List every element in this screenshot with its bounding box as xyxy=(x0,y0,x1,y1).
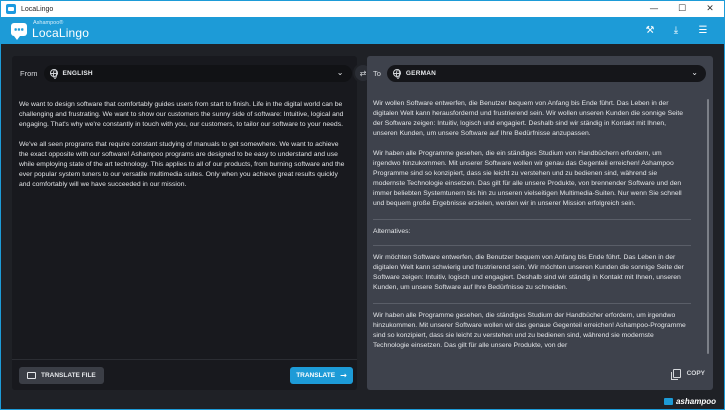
download-icon[interactable]: ⤓ xyxy=(668,22,684,38)
window-controls: — ☐ ✕ xyxy=(640,1,724,17)
target-language-name: GERMAN xyxy=(405,69,437,77)
source-language-row: From ENGLISH ⌄ xyxy=(20,64,352,82)
from-label: From xyxy=(20,68,38,78)
app-window: LocaLingo — ☐ ✕ Ashampoo® LocaLingo ⚒ ⤓ … xyxy=(0,0,725,410)
ashampoo-logo: ashampoo xyxy=(663,397,716,406)
maximize-button[interactable]: ☐ xyxy=(668,1,696,17)
translate-label: TRANSLATE xyxy=(296,372,336,379)
divider xyxy=(373,219,691,220)
app-icon xyxy=(6,4,16,14)
divider xyxy=(12,359,357,360)
source-language-select[interactable]: ENGLISH ⌄ xyxy=(43,64,352,82)
folder-icon xyxy=(27,372,36,379)
source-language-name: ENGLISH xyxy=(62,69,93,77)
translation-paragraph: Wir wollen Software entwerfen, die Benut… xyxy=(373,100,684,137)
source-paragraph: We've all seen programs that require con… xyxy=(19,141,345,188)
globe-icon xyxy=(49,69,58,79)
arrow-right-icon: → xyxy=(340,371,347,380)
settings-tools-icon[interactable]: ⚒ xyxy=(642,22,658,38)
translate-file-label: TRANSLATE FILE xyxy=(41,372,96,379)
target-panel: To GERMAN ⌄ Wir wollen Software entwerfe… xyxy=(367,56,713,390)
minimize-button[interactable]: — xyxy=(640,1,668,17)
chat-bubble-logo-icon xyxy=(11,23,27,40)
app-name: LocaLingo xyxy=(32,26,90,40)
scrollbar[interactable] xyxy=(707,99,709,354)
window-title: LocaLingo xyxy=(21,5,54,13)
close-button[interactable]: ✕ xyxy=(696,1,724,17)
menu-icon[interactable]: ☰ xyxy=(695,22,711,38)
title-bar: LocaLingo — ☐ ✕ xyxy=(1,1,724,17)
source-paragraph: We want to design software that comforta… xyxy=(19,101,344,128)
alternatives-label: Alternatives: xyxy=(373,228,411,235)
copy-button[interactable]: COPY xyxy=(670,369,705,380)
ashampoo-mark-icon xyxy=(663,398,673,405)
translation-output: Wir wollen Software entwerfen, die Benut… xyxy=(373,99,691,359)
alternative-paragraph: Wir haben alle Programme gesehen, die st… xyxy=(373,312,686,349)
source-text-area[interactable]: We want to design software that comforta… xyxy=(19,100,349,200)
app-header: Ashampoo® LocaLingo ⚒ ⤓ ☰ xyxy=(1,17,724,44)
copy-label: COPY xyxy=(686,370,705,377)
translate-file-button[interactable]: TRANSLATE FILE xyxy=(19,367,104,384)
translate-button[interactable]: TRANSLATE → xyxy=(290,367,353,384)
translation-paragraph: Wir haben alle Programme gesehen, die ei… xyxy=(373,150,682,207)
chevron-down-icon: ⌄ xyxy=(691,67,698,77)
to-label: To xyxy=(373,68,381,78)
target-language-select[interactable]: GERMAN ⌄ xyxy=(386,64,706,82)
divider xyxy=(373,245,691,246)
target-language-row: To GERMAN ⌄ xyxy=(373,64,706,82)
globe-icon xyxy=(392,69,401,79)
source-panel: From ENGLISH ⌄ We want to design softwar… xyxy=(12,56,357,390)
divider xyxy=(373,303,691,304)
ashampoo-logo-text: ashampoo xyxy=(675,397,716,406)
copy-icon xyxy=(670,369,681,380)
chevron-down-icon: ⌄ xyxy=(336,67,344,77)
alternative-paragraph: Wir möchten Software entwerfen, die Benu… xyxy=(373,254,684,291)
